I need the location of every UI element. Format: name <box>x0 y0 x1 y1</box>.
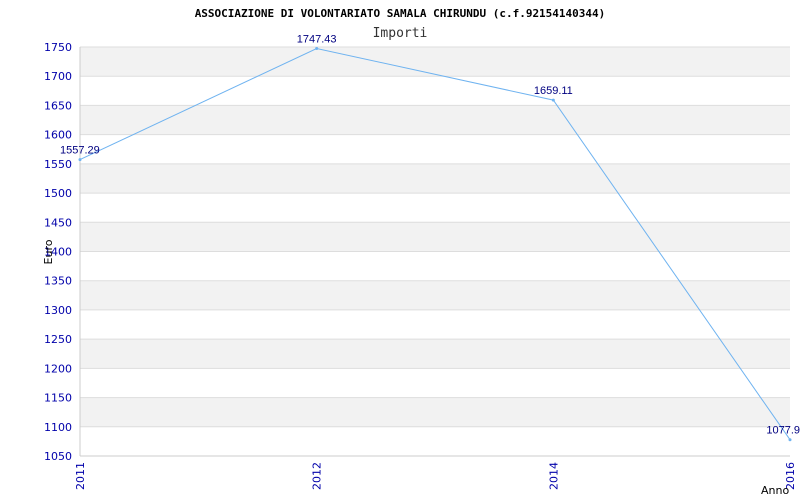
data-point <box>788 438 792 442</box>
background-band <box>80 134 790 164</box>
data-point <box>78 158 82 162</box>
y-tick-label: 1450 <box>44 216 72 229</box>
background-band <box>80 368 790 398</box>
y-tick-label: 1750 <box>44 41 72 54</box>
y-tick-label: 1500 <box>44 187 72 200</box>
y-tick-label: 1350 <box>44 275 72 288</box>
data-label: 1659.11 <box>534 85 573 97</box>
y-tick-label: 1700 <box>44 70 72 83</box>
x-tick-labels: 2011 2012 2014 2016 <box>74 462 797 490</box>
y-axis-label: Euro <box>42 239 55 264</box>
x-tick-label: 2014 <box>547 462 560 490</box>
background-band <box>80 280 790 310</box>
y-tick-label: 1200 <box>44 362 72 375</box>
x-tick-label: 2011 <box>74 462 87 490</box>
y-tick-label: 1150 <box>44 392 72 405</box>
data-label: 1557.29 <box>60 145 100 157</box>
background-band <box>80 339 790 369</box>
data-point <box>551 98 555 102</box>
background-band <box>80 193 790 223</box>
chart-root: 1050 1100 1150 1200 1250 1300 1350 1400 1450 1500… <box>0 0 800 500</box>
y-tick-label: 1550 <box>44 158 72 171</box>
x-axis-label: Anno <box>761 484 789 497</box>
background-band <box>80 309 790 340</box>
background-band <box>80 251 790 281</box>
chart-title: ASSOCIAZIONE DI VOLONTARIATO SAMALA CHIR… <box>195 7 606 20</box>
background-band <box>80 426 790 456</box>
y-tick-label: 1050 <box>44 450 72 463</box>
background-band <box>80 397 790 427</box>
y-tick-label: 1100 <box>44 421 72 434</box>
background-band <box>80 222 790 252</box>
y-tick-label: 1650 <box>44 99 72 112</box>
data-label: 1077.9 <box>766 425 800 437</box>
data-point <box>315 47 319 51</box>
chart-subtitle: Importi <box>373 26 428 41</box>
y-tick-label: 1600 <box>44 129 72 142</box>
y-tick-label: 1300 <box>44 304 72 317</box>
background-band <box>80 47 790 77</box>
y-tick-label: 1250 <box>44 333 72 346</box>
background-band <box>80 76 790 106</box>
data-label: 1747.43 <box>297 34 337 46</box>
x-tick-label: 2012 <box>311 462 324 490</box>
line-chart: 1050110011501200125013001350140014501500… <box>42 7 800 497</box>
background-band <box>80 163 790 194</box>
